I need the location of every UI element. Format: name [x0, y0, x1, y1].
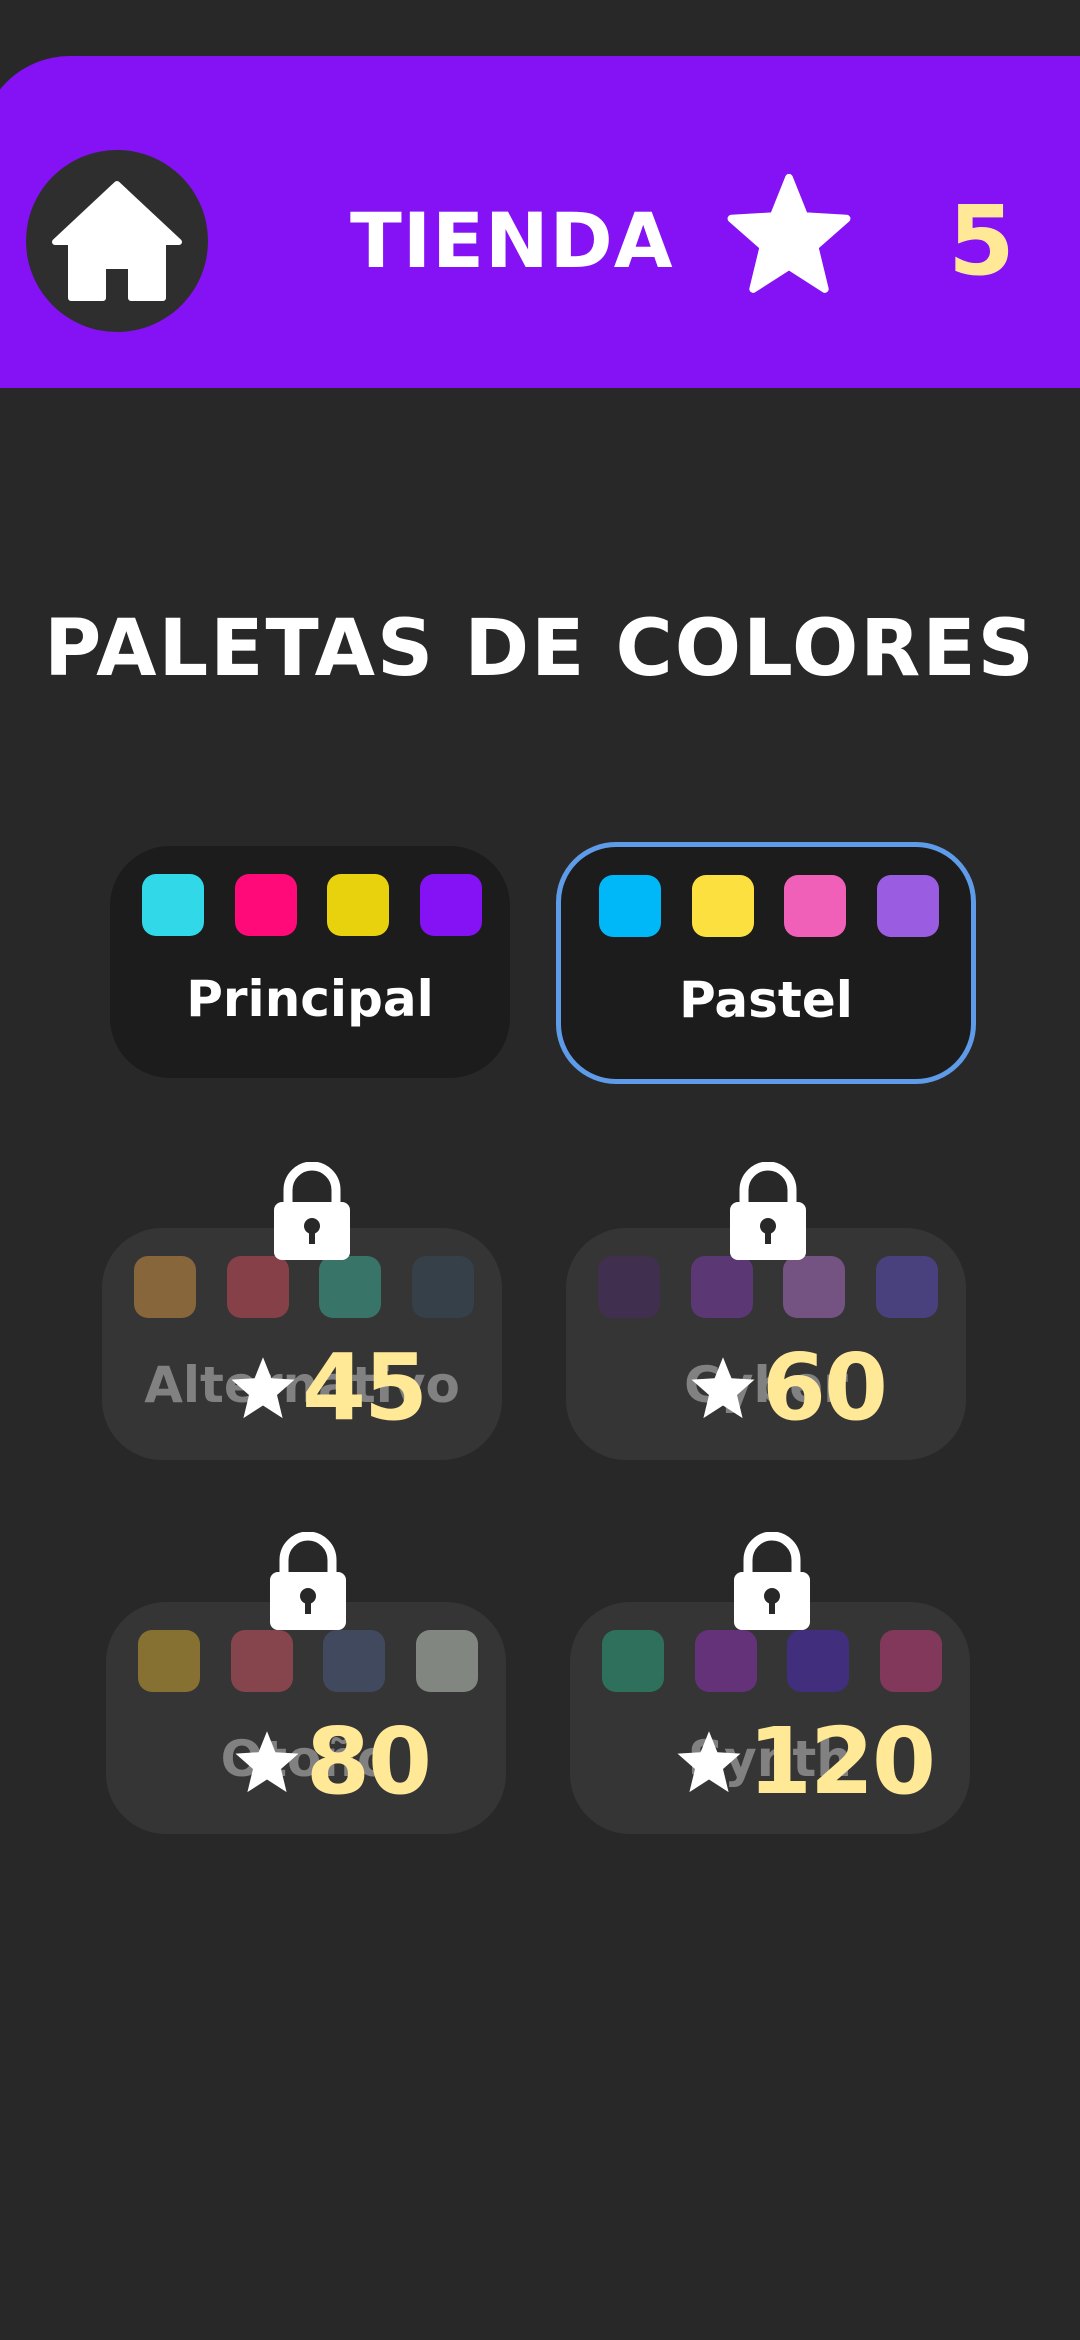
color-swatch	[226, 1256, 289, 1318]
color-swatch	[230, 1630, 293, 1692]
color-swatch	[234, 874, 297, 936]
color-swatch	[602, 1630, 664, 1692]
color-swatch	[327, 874, 390, 936]
lock-icon	[274, 1162, 350, 1260]
star-icon	[231, 1357, 295, 1419]
color-swatch	[876, 875, 939, 937]
color-swatch	[783, 1256, 846, 1318]
lock-icon	[270, 1532, 346, 1630]
home-button[interactable]	[26, 150, 208, 332]
color-swatch	[323, 1630, 386, 1692]
color-swatch	[142, 874, 204, 936]
star-icon	[677, 1731, 741, 1793]
swatch-row	[599, 875, 939, 937]
color-swatch	[787, 1630, 850, 1692]
color-swatch	[319, 1256, 382, 1318]
color-swatch	[599, 875, 661, 937]
color-swatch	[134, 1256, 196, 1318]
color-swatch	[691, 875, 754, 937]
swatch-row	[142, 874, 482, 936]
color-swatch	[411, 1256, 474, 1318]
star-icon	[235, 1731, 299, 1793]
home-icon	[52, 181, 182, 301]
color-swatch	[879, 1630, 942, 1692]
star-icon	[691, 1357, 755, 1419]
price-tag: 60	[688, 1334, 888, 1441]
swatch-row	[138, 1630, 478, 1692]
palette-name: Principal	[186, 970, 434, 1028]
price-tag: 120	[674, 1708, 936, 1815]
color-swatch	[419, 874, 482, 936]
palette-card-principal[interactable]: Principal	[110, 846, 510, 1078]
coin-count: 5	[948, 185, 1015, 297]
color-swatch	[694, 1630, 757, 1692]
page-title: TIENDA	[350, 196, 674, 285]
color-swatch	[875, 1256, 938, 1318]
shop-screen: TIENDA 5 PALETAS DE COLORES Principal Pa…	[0, 0, 1080, 2340]
lock-icon	[734, 1532, 810, 1630]
star-icon	[727, 173, 851, 293]
swatch-row	[598, 1256, 938, 1318]
color-swatch	[690, 1256, 753, 1318]
price-value: 60	[762, 1334, 888, 1441]
section-title: PALETAS DE COLORES	[44, 604, 1036, 694]
price-value: 80	[306, 1708, 432, 1815]
color-swatch	[138, 1630, 200, 1692]
swatch-row	[134, 1256, 474, 1318]
price-tag: 80	[232, 1708, 432, 1815]
price-value: 45	[302, 1334, 428, 1441]
color-swatch	[784, 875, 847, 937]
price-value: 120	[748, 1708, 936, 1815]
color-swatch	[415, 1630, 478, 1692]
swatch-row	[602, 1630, 942, 1692]
price-tag: 45	[228, 1334, 428, 1441]
color-swatch	[598, 1256, 660, 1318]
lock-icon	[730, 1162, 806, 1260]
palette-name: Pastel	[679, 971, 853, 1029]
palette-card-pastel[interactable]: Pastel	[556, 842, 976, 1084]
